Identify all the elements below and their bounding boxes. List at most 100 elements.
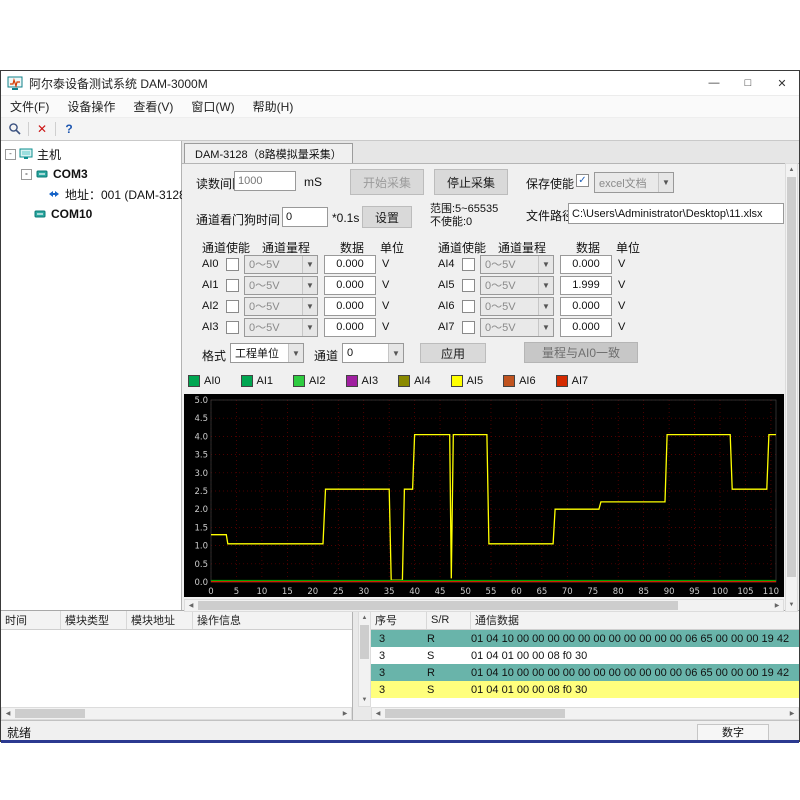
scrollbar-thumb[interactable] — [385, 709, 565, 718]
channel-unit: V — [382, 258, 390, 270]
tree-item-host[interactable]: - 主机 — [1, 144, 181, 164]
scrollbar-track[interactable] — [14, 708, 339, 719]
channel-select-dropdown[interactable]: 0 ▼ — [342, 343, 404, 363]
scroll-down-icon[interactable]: ▼ — [786, 599, 798, 611]
help-icon[interactable]: ? — [59, 120, 79, 138]
search-device-icon[interactable] — [5, 120, 25, 138]
tree-item-address[interactable]: 地址：001 (DAM-3128) — [1, 184, 190, 204]
channel-range-dropdown[interactable]: 0～5V ▼ — [244, 254, 318, 274]
channel-enable-checkbox[interactable] — [226, 257, 239, 271]
panel-v-scrollbar[interactable]: ▲ ▼ — [785, 163, 798, 612]
legend-item-ai4[interactable]: AI4 — [398, 375, 431, 387]
start-acquire-button[interactable]: 开始采集 — [350, 169, 424, 195]
scroll-down-icon[interactable]: ▼ — [359, 694, 371, 706]
comm-table-filler — [371, 698, 799, 707]
channel-value-box[interactable] — [324, 275, 376, 295]
comm-col-sr: S/R — [427, 611, 471, 629]
channel-range-dropdown[interactable]: 0～5V ▼ — [480, 254, 554, 274]
legend-label: AI5 — [466, 375, 484, 387]
channel-enable-checkbox[interactable] — [462, 278, 475, 292]
tree-item-com10[interactable]: COM10 — [1, 204, 181, 224]
channel-enable-checkbox[interactable] — [226, 320, 239, 334]
tab-dam3128[interactable]: DAM-3128（8路模拟量采集） — [184, 143, 353, 163]
format-dropdown[interactable]: 工程单位 ▼ — [230, 343, 304, 363]
channel-value-box[interactable] — [560, 275, 612, 295]
legend-item-ai5[interactable]: AI5 — [450, 375, 484, 387]
channel-unit: V — [618, 279, 626, 291]
comm-v-scrollbar[interactable]: ▲ ▼ — [358, 611, 371, 707]
legend-item-ai0[interactable]: AI0 — [188, 375, 221, 387]
legend-item-ai7[interactable]: AI7 — [555, 375, 588, 387]
disconnect-icon[interactable]: ✕ — [32, 120, 52, 138]
scrollbar-track[interactable] — [786, 176, 797, 599]
collapse-icon[interactable]: - — [5, 148, 16, 160]
channel-value-box[interactable] — [560, 254, 612, 274]
legend-item-ai3[interactable]: AI3 — [345, 375, 378, 387]
sync-range-button[interactable]: 量程与AI0一致 — [524, 342, 638, 363]
save-enable-checkbox[interactable]: ✓ — [576, 174, 589, 187]
channel-range-dropdown[interactable]: 0～5V ▼ — [480, 275, 554, 295]
channel-value-box[interactable] — [560, 317, 612, 337]
channel-value-box[interactable] — [560, 296, 612, 316]
watchdog-input[interactable] — [282, 207, 328, 227]
scrollbar-track[interactable] — [384, 708, 786, 719]
channel-enable-checkbox[interactable] — [226, 299, 239, 313]
channel-range-dropdown[interactable]: 0～5V ▼ — [244, 275, 318, 295]
legend-color-swatch — [188, 375, 200, 387]
channel-range-dropdown[interactable]: 0～5V ▼ — [244, 296, 318, 316]
tree-item-com3[interactable]: - COM3 — [1, 164, 181, 184]
chart-h-scrollbar[interactable]: ◀ ▶ — [184, 599, 784, 612]
table-row[interactable]: 3 S 01 04 01 00 00 08 f0 30 — [371, 681, 799, 698]
menu-item-window[interactable]: 窗口(W) — [182, 96, 243, 117]
channel-range-dropdown[interactable]: 0～5V ▼ — [244, 317, 318, 337]
save-format-dropdown[interactable]: excel文档 ▼ — [594, 172, 674, 193]
menu-item-help[interactable]: 帮助(H) — [244, 96, 303, 117]
legend-color-swatch — [345, 375, 358, 387]
channel-enable-checkbox[interactable] — [462, 299, 475, 313]
scrollbar-thumb[interactable] — [787, 177, 796, 577]
scrollbar-thumb[interactable] — [198, 601, 678, 610]
menu-item-device-ops[interactable]: 设备操作 — [58, 96, 124, 117]
channel-enable-checkbox[interactable] — [462, 257, 475, 271]
channel-range-dropdown[interactable]: 0～5V ▼ — [480, 317, 554, 337]
table-row[interactable]: 3 R 01 04 10 00 00 00 00 00 00 00 00 00 … — [371, 664, 799, 681]
legend-item-ai6[interactable]: AI6 — [503, 375, 536, 387]
channel-value-box[interactable] — [324, 254, 376, 274]
legend-item-ai1[interactable]: AI1 — [240, 375, 273, 387]
collapse-icon[interactable]: - — [21, 168, 32, 180]
table-row[interactable]: 3 S 01 04 01 00 00 08 f0 30 — [371, 647, 799, 664]
scroll-right-icon[interactable]: ▶ — [771, 600, 783, 612]
file-path-input[interactable] — [568, 203, 784, 224]
table-row[interactable]: 3 R 01 04 10 00 00 00 00 00 00 00 00 00 … — [371, 630, 799, 647]
scroll-left-icon[interactable]: ◀ — [185, 600, 197, 612]
scrollbar-thumb[interactable] — [360, 625, 369, 659]
minimize-button[interactable]: — — [697, 71, 731, 95]
comm-h-scrollbar[interactable]: ◀ ▶ — [371, 707, 799, 720]
channel-enable-checkbox[interactable] — [462, 320, 475, 334]
scrollbar-thumb[interactable] — [15, 709, 85, 718]
menu-item-file[interactable]: 文件(F) — [1, 96, 58, 117]
channel-value-box[interactable] — [324, 296, 376, 316]
set-watchdog-button[interactable]: 设置 — [362, 206, 412, 228]
channel-value-box[interactable] — [324, 317, 376, 337]
read-interval-input[interactable] — [234, 171, 296, 191]
scroll-left-icon[interactable]: ◀ — [372, 708, 384, 720]
scroll-right-icon[interactable]: ▶ — [786, 708, 798, 720]
scrollbar-track[interactable] — [359, 624, 370, 694]
legend-item-ai2[interactable]: AI2 — [293, 375, 326, 387]
maximize-button[interactable]: □ — [731, 71, 765, 95]
scroll-up-icon[interactable]: ▲ — [786, 164, 798, 176]
channel-enable-checkbox[interactable] — [226, 278, 239, 292]
scroll-up-icon[interactable]: ▲ — [359, 612, 371, 624]
apply-button[interactable]: 应用 — [420, 343, 486, 363]
close-button[interactable]: ✕ — [765, 71, 799, 95]
menu-item-view[interactable]: 查看(V) — [124, 96, 182, 117]
host-computer-icon — [19, 148, 33, 161]
scroll-left-icon[interactable]: ◀ — [2, 708, 14, 720]
scroll-right-icon[interactable]: ▶ — [339, 708, 351, 720]
stop-acquire-button[interactable]: 停止采集 — [434, 169, 508, 195]
channel-unit: V — [618, 321, 626, 333]
log-h-scrollbar[interactable]: ◀ ▶ — [1, 707, 352, 720]
scrollbar-track[interactable] — [197, 600, 771, 611]
channel-range-dropdown[interactable]: 0～5V ▼ — [480, 296, 554, 316]
